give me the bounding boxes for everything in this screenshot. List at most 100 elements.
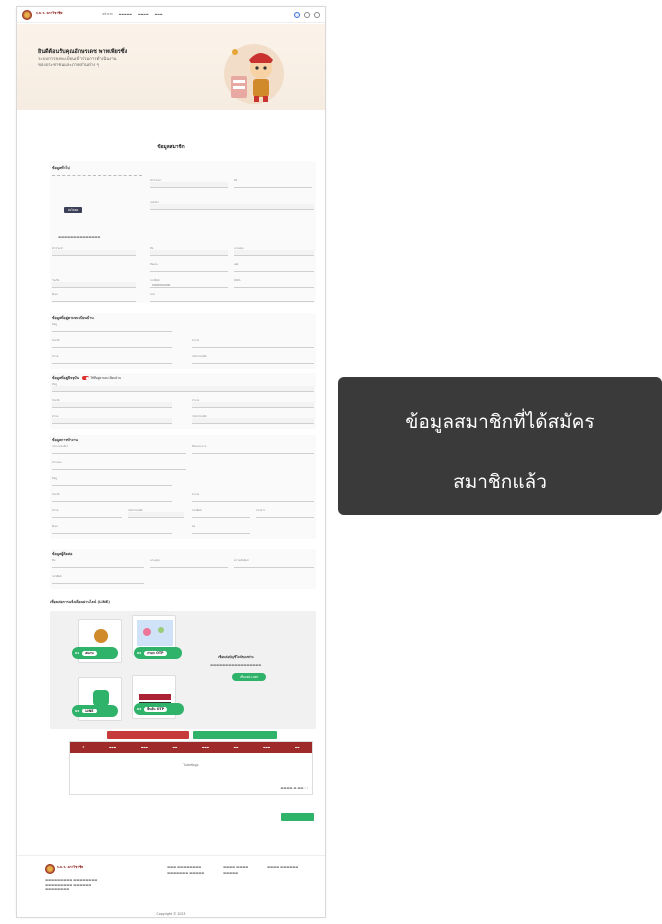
org-logo[interactable] <box>22 9 32 20</box>
section-address-cur: ข้อมูลที่อยู่ปัจจุบัน ใช้ที่อยู่ตามทะเบี… <box>52 376 121 380</box>
step-3-badge: 03 LINE <box>72 705 118 717</box>
registered-address-card: ข้อมูลที่อยู่ตามทะเบียนบ้าน ที่อยู่ จังห… <box>50 313 316 369</box>
field-gender[interactable]: เพศ <box>234 263 314 272</box>
field-prefix[interactable]: คำนำหน้า <box>52 247 136 256</box>
top-navbar: ก.ม.ร. สภาวิชาชีพ หน้าแรก ▬▬▬▬▬ ▬▬▬▬ ▬▬▬ <box>17 7 325 23</box>
welcome-desc: ระบบการลงทะเบียนเข้าร่วมการดำเนินงานของป… <box>38 57 117 68</box>
col-header: # <box>82 746 85 749</box>
col-header: ▬▬▬ <box>201 746 210 749</box>
main-nav: หน้าแรก ▬▬▬▬▬ ▬▬▬▬ ▬▬▬ <box>102 12 162 17</box>
add-button[interactable] <box>193 731 277 739</box>
field-org-name[interactable]: ชื่อหน่วยงาน <box>192 445 314 454</box>
field-house-no[interactable]: ที่อยู่ <box>52 323 172 332</box>
upload-note: ▬▬▬▬▬▬▬▬▬▬▬▬▬▬ <box>58 235 101 239</box>
col-header: ▬▬ <box>294 746 300 749</box>
delete-button[interactable] <box>107 731 189 739</box>
col-header: ▬▬▬ <box>140 746 148 749</box>
footer-links-1[interactable]: ▬▬▬ ▬▬▬▬▬▬▬▬ ▬▬▬▬▬▬▬ ▬▬▬▬▬ <box>167 864 217 876</box>
field-district[interactable]: อำเภอ <box>192 339 314 348</box>
section-address-reg: ข้อมูลที่อยู่ตามทะเบียนบ้าน <box>52 316 94 320</box>
field-nickname[interactable]: ชื่อเล่น <box>150 263 228 272</box>
general-info-card: ข้อมูลทั่วไป อัปโหลด คำนำหน้า ชื่อ เลขบั… <box>50 161 316 303</box>
contact-card: ข้อมูลผู้ติดต่อ ชื่อ นามสกุล ความสัมพันธ… <box>50 549 316 589</box>
field-birthdate[interactable]: วันเกิด <box>52 279 136 288</box>
member-table: # ▬▬▬ ▬▬▬ ▬▬ ▬▬▬ ▬▬ ▬▬▬ ▬▬ ไม่พบข้อมูล ▬… <box>69 741 313 795</box>
field-idcard[interactable]: เลขบัตร <box>150 201 314 210</box>
field-lastname[interactable]: นามสกุล <box>234 247 314 256</box>
footer: ก.ม.ร. สภาวิชาชีพ ▬▬▬▬▬▬▬▬▬ ▬▬▬▬▬▬▬▬ ▬▬▬… <box>17 855 325 917</box>
current-address-card: ข้อมูลที่อยู่ปัจจุบัน ใช้ที่อยู่ตามทะเบี… <box>50 373 316 429</box>
user-icon[interactable] <box>314 11 320 18</box>
footer-brand: ก.ม.ร. สภาวิชาชีพ <box>57 865 84 869</box>
field-province[interactable]: จังหวัด <box>52 339 172 348</box>
field-work-ext[interactable]: ต่อ <box>192 525 250 534</box>
field-contact-lastname[interactable]: นามสกุล <box>150 559 228 568</box>
field-mobile[interactable]: มือถือ <box>234 279 314 288</box>
col-header: ▬▬ <box>172 746 178 749</box>
section-work: ข้อมูลการทำงาน <box>52 438 78 442</box>
field-work-fax[interactable]: โทรสาร <box>256 509 314 518</box>
upload-button[interactable]: อัปโหลด <box>64 207 82 213</box>
field-subdistrict[interactable]: ตำบล <box>52 355 172 364</box>
line-connect-button[interactable]: เชื่อมต่อ LINE <box>232 673 266 681</box>
work-info-card: ข้อมูลการทำงาน ประเภทองค์กร ชื่อหน่วยงาน… <box>50 435 316 539</box>
notification-icon[interactable] <box>304 11 310 18</box>
line-connect-title: เชื่อมต่อบัญชีไลน์ของท่าน <box>218 655 254 659</box>
nav-item-home[interactable]: หน้าแรก <box>102 12 112 17</box>
page-title: ข้อมูลสมาชิก <box>157 145 185 150</box>
col-header: ▬▬▬ <box>263 746 271 749</box>
mascot-illustration <box>224 44 284 104</box>
footer-links-3[interactable]: ▬▬▬▬ ▬▬▬▬▬▬ <box>267 864 307 870</box>
brand: ก.ม.ร. สภาวิชาชีพ <box>36 11 62 19</box>
save-button[interactable] <box>281 813 314 821</box>
callout-line-1: ข้อมูลสมาชิกที่ได้สมัคร <box>405 411 595 433</box>
field-work-province[interactable]: จังหวัด <box>52 493 172 502</box>
nav-item[interactable]: ▬▬▬▬▬ <box>119 12 132 17</box>
field-line-id[interactable]: ไลน์ <box>150 293 314 302</box>
section-other: ข้อมูลผู้ติดต่อ <box>52 552 73 556</box>
same-address-toggle[interactable] <box>82 376 90 380</box>
nav-item[interactable]: ▬▬▬▬ <box>138 12 149 17</box>
step-1-badge: 01 สแกน <box>72 647 118 659</box>
footer-copyright: Copyright © 2023 <box>156 912 186 916</box>
brand-subtitle <box>36 16 62 19</box>
field-position[interactable]: ตำแหน่ง <box>52 461 186 470</box>
footer-links-2[interactable]: ▬▬▬▬ ▬▬▬▬ ▬▬▬▬▬ <box>223 864 259 876</box>
field-work-phone[interactable]: โทรศัพท์ <box>192 509 250 518</box>
field-email[interactable]: อีเมล <box>52 293 136 302</box>
field-work-postcode[interactable]: รหัสไปรษณีย์ <box>128 509 184 518</box>
field-work-email[interactable]: อีเมล <box>52 525 172 534</box>
field-cur-postcode[interactable]: รหัสไปรษณีย์ <box>192 415 314 424</box>
welcome-banner: ยินดีต้อนรับคุณอักษรเดช พาทเพียรซึ่ง ระบ… <box>17 24 325 110</box>
field-firstname[interactable]: ชื่อ <box>234 179 312 188</box>
line-connect-card: 01 สแกน 02 กรอก OTP 03 LINE 04 ยืนยัน OTP เช… <box>50 611 316 729</box>
footer-logo <box>45 864 55 874</box>
top-icons <box>294 11 320 18</box>
pagination[interactable]: ▬▬▬▬ ▬ ▬▬ ‹ › <box>280 786 308 790</box>
field-work-district[interactable]: อำเภอ <box>192 493 314 502</box>
field-work-subdistrict[interactable]: ตำบล <box>52 509 122 518</box>
step-2-badge: 02 กรอก OTP <box>134 647 182 659</box>
field-contact-phone[interactable]: โทรศัพท์ <box>52 575 144 584</box>
field-cur-province[interactable]: จังหวัด <box>52 399 172 408</box>
field-cur-subdistrict[interactable]: ตำบล <box>52 415 172 424</box>
field-cur-address[interactable]: ที่อยู่ <box>52 383 314 392</box>
field-work-address[interactable]: ที่อยู่ <box>52 477 172 486</box>
language-icon[interactable] <box>294 11 300 18</box>
welcome-title: ยินดีต้อนรับคุณอักษรเดช พาทเพียรซึ่ง <box>38 49 128 55</box>
col-header: ▬▬▬ <box>109 746 117 749</box>
callout-line-2: สมาชิกแล้ว <box>453 471 547 493</box>
field-contact-relation[interactable]: ความสัมพันธ์ <box>234 559 314 568</box>
field-contact-name[interactable]: ชื่อ <box>52 559 144 568</box>
field-title[interactable]: คำนำหน้า <box>150 179 228 188</box>
nav-item[interactable]: ▬▬▬ <box>154 12 162 17</box>
field-cur-district[interactable]: อำเภอ <box>192 399 314 408</box>
field-org-type[interactable]: ประเภทองค์กร <box>52 445 186 454</box>
field-phone[interactable]: โทรศัพท์ 0000000000 <box>150 279 228 288</box>
table-header: # ▬▬▬ ▬▬▬ ▬▬ ▬▬▬ ▬▬ ▬▬▬ ▬▬ <box>70 742 312 753</box>
line-connect-desc: ▬▬▬▬▬▬▬▬▬▬▬▬▬▬▬▬▬ <box>210 663 262 667</box>
field-postcode[interactable]: รหัสไปรษณีย์ <box>192 355 314 364</box>
section-general: ข้อมูลทั่วไป <box>52 166 70 170</box>
table-empty-text: ไม่พบข้อมูล <box>183 763 199 767</box>
field-name[interactable]: ชื่อ <box>150 247 228 256</box>
